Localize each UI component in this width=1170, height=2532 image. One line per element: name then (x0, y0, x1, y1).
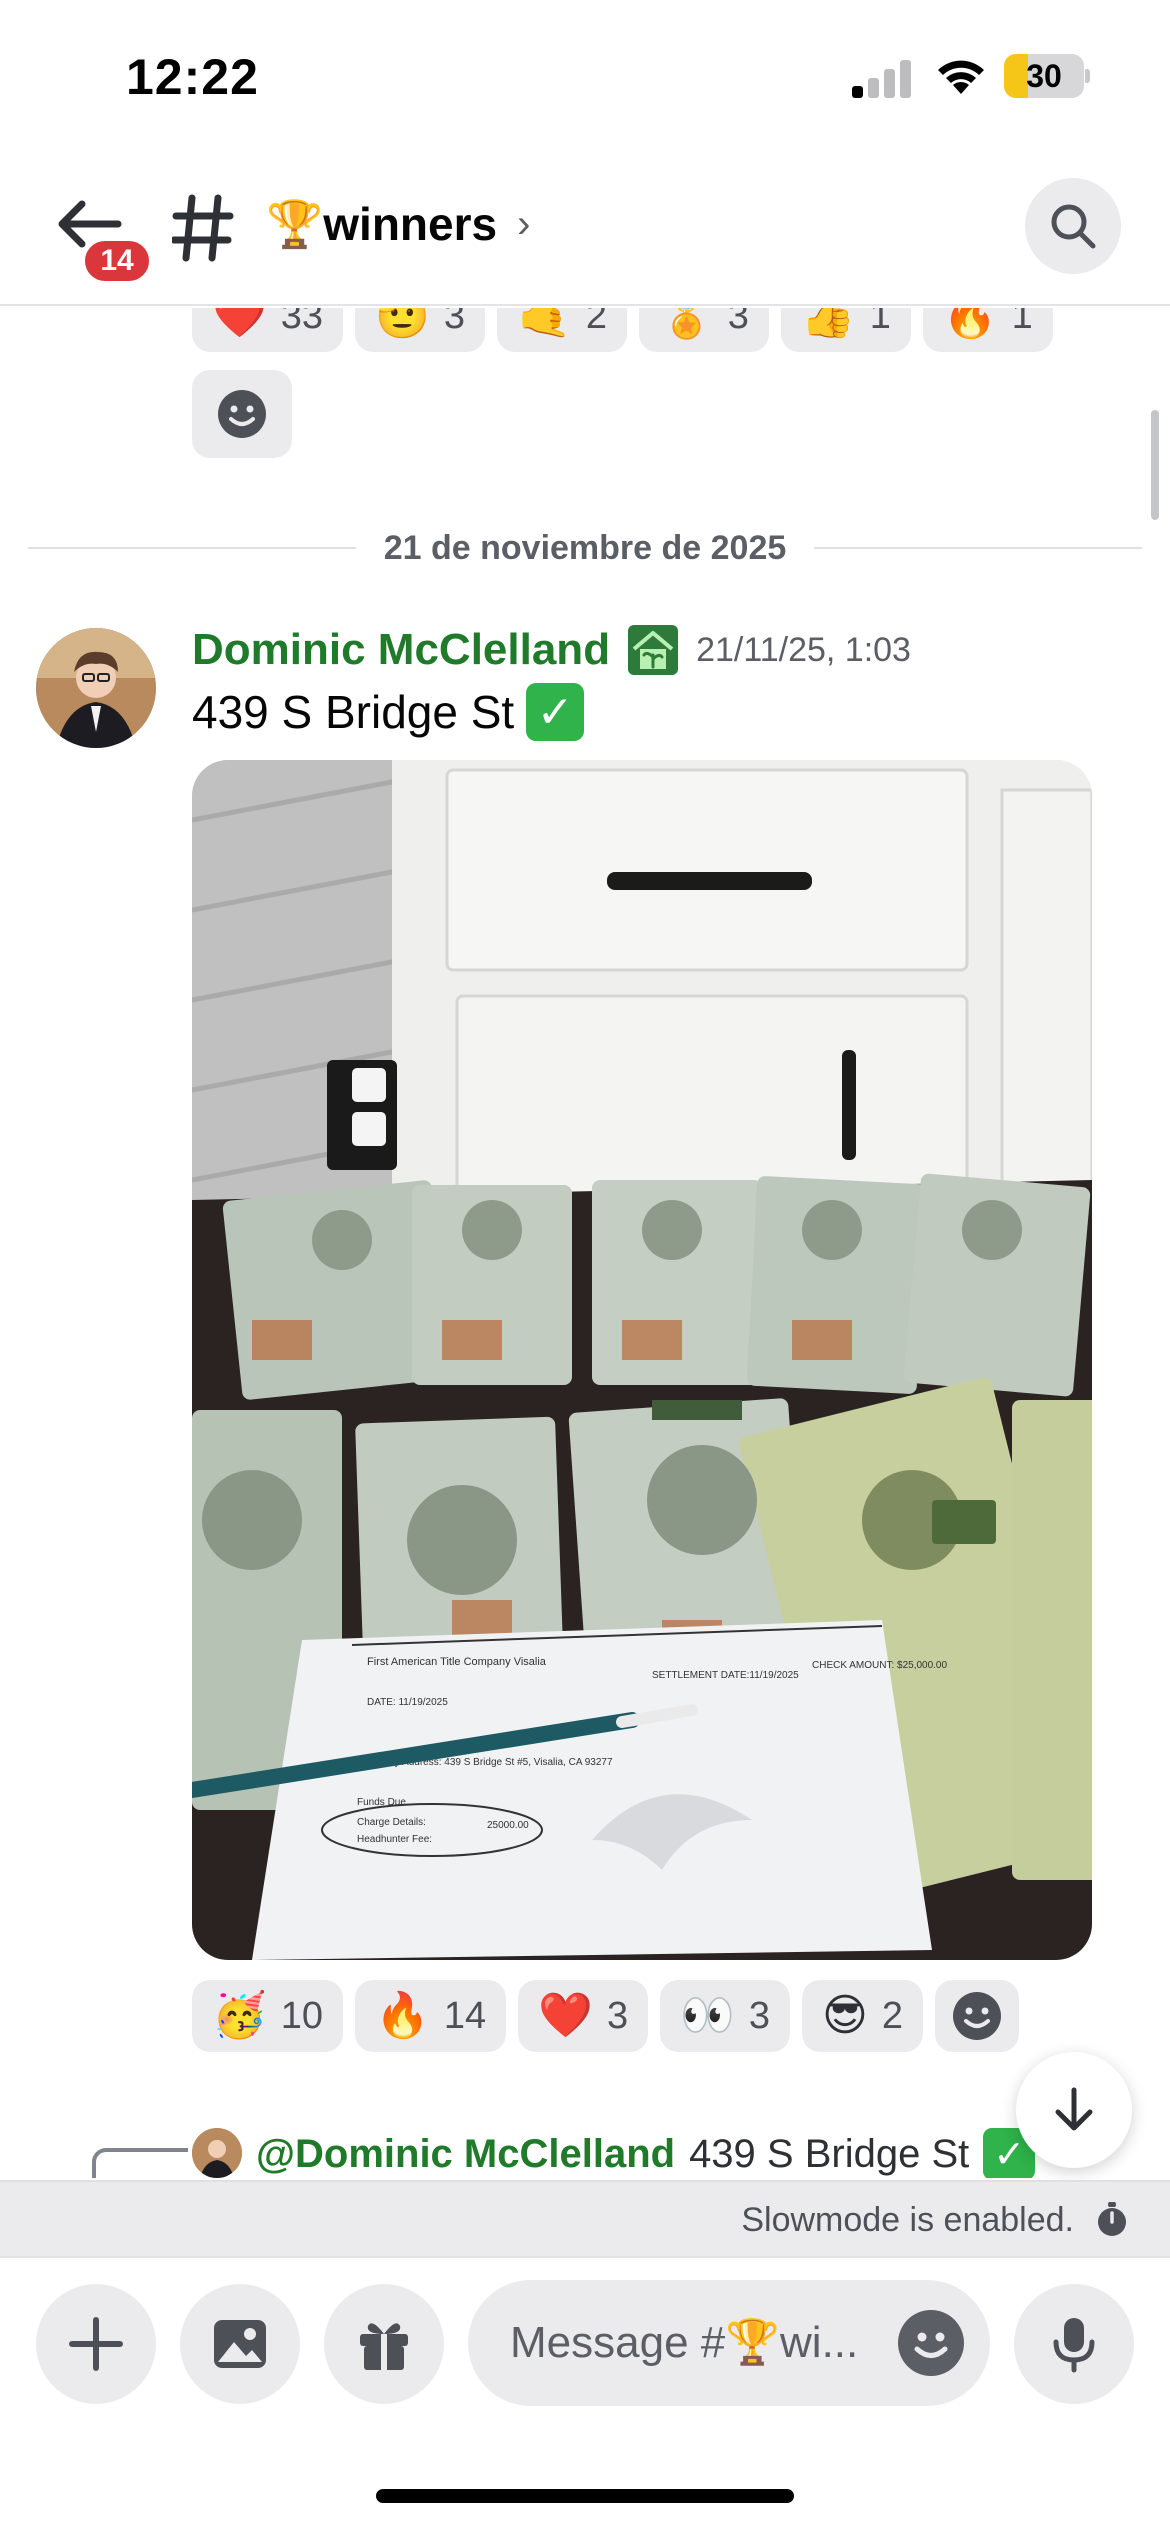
reaction-emoji: 🔥 (375, 1990, 430, 2041)
reaction-emoji: 🏅 (658, 308, 714, 341)
reaction-count: 1 (869, 308, 891, 337)
receipt-line: 25000.00 (487, 1820, 529, 1831)
previous-message-reactions: ❤️ 33 🫡 3 🤙 2 🏅 3 👍 1 🔥 1 (192, 308, 1053, 352)
reaction-count: 33 (280, 308, 324, 337)
reaction-emoji: 😎 (822, 1990, 868, 2041)
reaction-count: 10 (280, 1994, 324, 2037)
reply-connector (92, 2148, 188, 2178)
plus-icon (69, 2317, 123, 2371)
status-time: 12:22 (126, 49, 259, 105)
reply-avatar (192, 2128, 242, 2178)
scrollbar-thumb[interactable] (1151, 410, 1159, 520)
voice-message-button[interactable] (1014, 2284, 1134, 2404)
text-channel-hash-icon (172, 194, 234, 262)
gift-button[interactable] (324, 2284, 444, 2404)
reaction-count: 3 (748, 1994, 771, 2037)
receipt-line: CHECK AMOUNT: $25,000.00 (812, 1660, 947, 1671)
receipt-line: SETTLEMENT DATE:11/19/2025 (652, 1670, 799, 1681)
battery-percentage: 30 (1026, 58, 1062, 94)
message-list[interactable]: ❤️ 33 🫡 3 🤙 2 🏅 3 👍 1 🔥 1 21 de noviembre de 2… (0, 308, 1170, 2178)
reaction-emoji: 🤙 (517, 308, 572, 341)
chevron-right-icon: › (517, 201, 531, 246)
reaction-pill[interactable]: 👍 1 (780, 308, 911, 352)
reaction-pill[interactable]: 🤙 2 (497, 308, 627, 352)
receipt-line: First American Title Company Visalia (367, 1656, 547, 1668)
reaction-pill[interactable]: 🫡 3 (355, 308, 486, 352)
author-name[interactable]: Dominic McClelland (192, 625, 610, 675)
gift-icon (360, 2323, 408, 2370)
add-reaction-button[interactable] (935, 1980, 1020, 2052)
smiley-icon (914, 2332, 948, 2358)
reply-body: 439 S Bridge St (689, 2131, 970, 2176)
reaction-emoji: 🥳 (212, 1990, 267, 2041)
receipt-line: Charge Details: (357, 1817, 426, 1828)
smiley-add-reaction-icon (953, 1992, 1002, 2040)
reaction-pill[interactable]: 🥳 10 (192, 1980, 344, 2052)
battery-indicator: 30 (1004, 54, 1090, 98)
reaction-pill[interactable]: ❤️ 33 (192, 308, 344, 352)
message-timestamp: 21/11/25, 1:03 (696, 630, 911, 669)
channel-name: 🏆winners (266, 197, 498, 250)
reply-preview[interactable]: @Dominic McClelland 439 S Bridge St ✓ (256, 2126, 1036, 2178)
image-attachment[interactable]: First American Title Company Visalia DAT… (192, 760, 1092, 1960)
slowmode-text: Slowmode is enabled. (741, 2201, 1074, 2239)
message-text: 439 S Bridge St (192, 686, 515, 738)
reaction-count: 1 (1011, 308, 1033, 337)
message-header: Dominic McClelland 21/11/25, 1:03 (192, 620, 911, 680)
date-divider: 21 de noviembre de 2025 (28, 518, 1143, 578)
add-reaction-button[interactable] (192, 370, 292, 458)
reaction-emoji: 🫡 (375, 308, 430, 341)
reaction-count: 3 (727, 308, 749, 337)
search-button[interactable] (1025, 178, 1121, 274)
cash-and-receipt-photo: First American Title Company Visalia DAT… (192, 760, 1092, 1960)
microphone-icon (1053, 2318, 1095, 2373)
wifi-icon (938, 60, 984, 94)
slowmode-bar: Slowmode is enabled. (0, 2180, 1170, 2256)
reaction-pill[interactable]: 🔥 1 (922, 308, 1053, 352)
channel-title-button[interactable]: 🏆winners › (266, 184, 530, 264)
reaction-emoji: ❤️ (538, 1990, 593, 2041)
message-reactions: 🥳 10 🔥 14 ❤️ 3 👀 3 😎 2 (192, 1980, 1020, 2052)
emoji-picker-button[interactable] (898, 2310, 964, 2376)
reaction-count: 2 (585, 308, 607, 337)
reaction-emoji: 👀 (680, 1990, 735, 2041)
reaction-pill[interactable]: ❤️ 3 (518, 1980, 649, 2052)
reaction-pill[interactable]: 👀 3 (660, 1980, 791, 2052)
reaction-count: 14 (443, 1994, 487, 2037)
check-mark-icon: ✓ (526, 683, 585, 741)
reaction-emoji: 👍 (800, 308, 856, 341)
message-input-placeholder: Message #🏆wi... (510, 2318, 859, 2367)
message-input[interactable]: Message #🏆wi... (468, 2280, 990, 2406)
reaction-pill[interactable]: 🏅 3 (638, 308, 769, 352)
channel-header: 14 🏆winners › (0, 150, 1170, 306)
reaction-emoji: 🔥 (942, 308, 998, 341)
reaction-pill[interactable]: 🔥 14 (355, 1980, 507, 2052)
reaction-count: 2 (881, 1994, 904, 2037)
reaction-count: 3 (443, 308, 466, 337)
message-content: 439 S Bridge St ✓ (192, 680, 585, 744)
add-attachment-button[interactable] (36, 2284, 156, 2404)
jump-to-latest-button[interactable] (1016, 2052, 1132, 2168)
receipt-line: Headhunter Fee: (357, 1834, 432, 1845)
receipt-line: DATE: 11/19/2025 (367, 1697, 448, 1708)
timer-icon (1098, 2202, 1126, 2236)
reaction-count: 3 (606, 1994, 629, 2037)
arrow-down-icon (1055, 2087, 1093, 2131)
date-divider-label: 21 de noviembre de 2025 (383, 528, 787, 567)
unread-count-badge: 14 (80, 236, 154, 286)
reaction-emoji: ❤️ (212, 308, 267, 341)
status-bar: 12:22 30 (0, 0, 1170, 150)
role-house-icon (628, 625, 679, 675)
search-icon (1051, 204, 1096, 249)
reply-mention: @Dominic McClelland (256, 2131, 676, 2176)
home-indicator (376, 2489, 794, 2503)
author-avatar[interactable] (36, 628, 156, 748)
smiley-add-reaction-icon (218, 390, 266, 438)
reaction-pill[interactable]: 😎 2 (802, 1980, 924, 2052)
image-icon (214, 2320, 266, 2368)
image-picker-button[interactable] (180, 2284, 300, 2404)
cellular-signal-icon (852, 60, 911, 98)
